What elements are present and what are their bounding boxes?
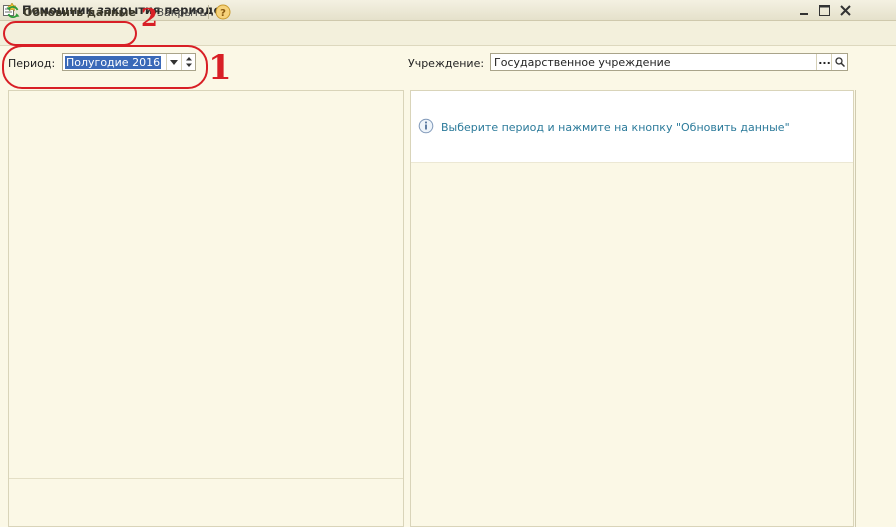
institution-value[interactable]: Государственное учреждение: [494, 56, 671, 69]
choose-button[interactable]: ...: [816, 54, 832, 70]
annotation-oval-2: [3, 21, 137, 46]
svg-text:?: ?: [220, 8, 226, 19]
annotation-number-1: 1: [208, 48, 232, 88]
annotation-oval-1: [2, 45, 208, 89]
panel-splitter[interactable]: [9, 478, 403, 479]
refresh-icon: [6, 6, 20, 18]
close-icon[interactable]: [837, 2, 853, 18]
toolbar-separator: [208, 5, 209, 19]
window-edge: [855, 90, 856, 527]
info-icon: [418, 118, 434, 134]
info-message: Выберите период и нажмите на кнопку "Обн…: [441, 121, 790, 134]
refresh-data-label: Обновить данные: [23, 5, 136, 19]
periods-tree-panel[interactable]: [8, 90, 404, 527]
maximize-icon[interactable]: [816, 2, 832, 18]
search-icon[interactable]: [831, 54, 847, 70]
close-button[interactable]: Закрыть: [157, 3, 206, 21]
institution-label: Учреждение:: [408, 57, 485, 70]
institution-field[interactable]: Государственное учреждение ...: [490, 53, 848, 71]
minimize-icon[interactable]: [796, 2, 812, 18]
annotation-number-2: 2: [141, 3, 158, 32]
question-icon[interactable]: ?: [215, 4, 231, 20]
refresh-data-button[interactable]: Обновить данные: [6, 3, 136, 21]
